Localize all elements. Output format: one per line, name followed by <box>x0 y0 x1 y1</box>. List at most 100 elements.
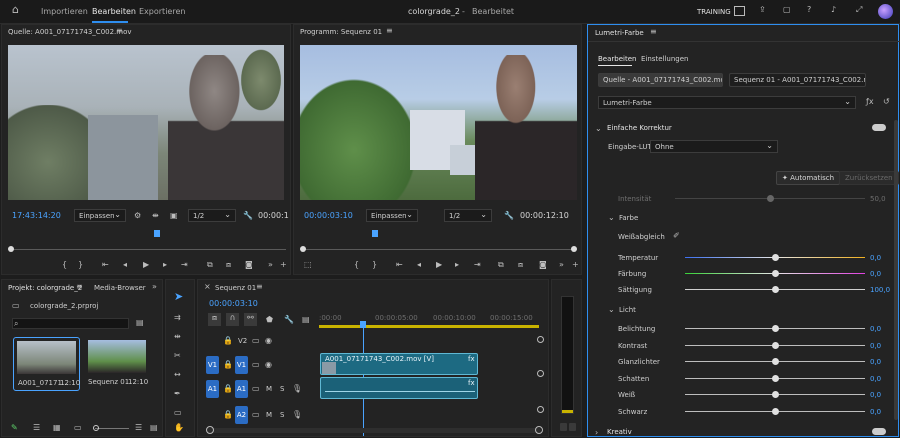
panel-menu-icon[interactable]: ≡ <box>256 282 263 292</box>
track-label-v2[interactable]: V2 <box>238 337 247 345</box>
fx-badge[interactable]: fx <box>468 379 475 387</box>
pen-tool-icon[interactable]: ✒ <box>174 389 181 399</box>
volume-icon[interactable]: ♪ <box>831 5 836 15</box>
effect-select[interactable]: Lumetri-Farbe <box>598 96 856 109</box>
source-patch-v1[interactable]: V1 <box>206 356 219 374</box>
tab-edit[interactable]: Bearbeiten <box>92 7 136 16</box>
out-point-dot[interactable] <box>571 246 577 252</box>
slider-knob[interactable] <box>772 391 779 398</box>
slider-value[interactable]: 0,0 <box>870 254 881 262</box>
source-fit-select[interactable]: Einpassen <box>74 209 126 222</box>
zoom-slider-knob[interactable] <box>93 425 99 431</box>
lift-icon[interactable]: ⧉ <box>498 260 504 270</box>
sync-icon[interactable]: ▭ <box>252 410 260 420</box>
close-icon[interactable]: × <box>204 282 211 292</box>
timeline-scrollbar[interactable] <box>206 428 541 433</box>
marker-icon[interactable]: ⬟ <box>266 315 273 325</box>
panel-menu-icon[interactable]: ≡ <box>386 26 393 36</box>
section-creative[interactable]: Kreativ <box>607 428 632 436</box>
quick-export-icon[interactable]: ▢ <box>783 5 791 15</box>
solo-button[interactable]: S <box>280 385 284 393</box>
program-monitor-title[interactable]: Programm: Sequenz 01 <box>300 28 382 36</box>
track-label-a1[interactable]: A1 <box>235 380 248 398</box>
tab-project[interactable]: Projekt: colorgrade_2 <box>8 284 82 292</box>
program-resolution-select[interactable]: 1/2 <box>444 209 492 222</box>
tab-import[interactable]: Importieren <box>41 7 88 16</box>
slider-value[interactable]: 0,0 <box>870 325 881 333</box>
track-label-a2[interactable]: A2 <box>235 406 248 424</box>
slider-value[interactable]: 0,0 <box>870 408 881 416</box>
slip-tool-icon[interactable]: ↔ <box>174 370 181 380</box>
wrench-icon[interactable]: 🔧 <box>243 211 253 221</box>
export-frame-icon[interactable]: ◙ <box>245 260 253 270</box>
vertical-scroll-handle[interactable] <box>537 370 544 377</box>
solo-button[interactable]: S <box>280 411 284 419</box>
workspace-label[interactable]: TRAINING <box>697 8 731 16</box>
overwrite-clip-icon[interactable]: ⧈ <box>226 260 231 270</box>
panel-menu-icon[interactable]: ≡ <box>76 282 83 292</box>
timeline-playhead-handle[interactable] <box>360 321 366 328</box>
intensity-slider-knob[interactable] <box>767 195 774 202</box>
tab-lumetri-edit[interactable]: Bearbeiten <box>598 55 636 63</box>
track-label-v1[interactable]: V1 <box>235 356 248 374</box>
insert-clip-icon[interactable]: ⧉ <box>207 260 213 270</box>
tab-lumetri-settings[interactable]: Einstellungen <box>641 55 688 63</box>
eye-icon[interactable]: ◉ <box>265 336 272 346</box>
slider-knob[interactable] <box>772 374 779 382</box>
linked-selection-icon[interactable]: ⚯ <box>244 313 257 326</box>
lock-icon[interactable]: 🔒 <box>223 384 233 394</box>
color-group-label[interactable]: Farbe <box>619 214 638 222</box>
source-scrubber[interactable] <box>10 249 286 250</box>
slider-knob[interactable] <box>772 254 779 261</box>
lumetri-scrollbar[interactable] <box>894 120 898 420</box>
go-to-in-icon[interactable]: ⇤ <box>102 260 109 270</box>
panel-menu-icon[interactable]: ≡ <box>116 26 123 36</box>
slider-knob[interactable] <box>772 286 779 293</box>
video-clip[interactable]: A001_07171743_C002.mov [V] fx <box>320 353 478 375</box>
solo-button[interactable] <box>560 423 567 431</box>
add-button-icon[interactable]: + <box>572 260 579 270</box>
avatar[interactable] <box>878 4 893 19</box>
panel-menu-icon[interactable]: ≡ <box>650 27 657 37</box>
reset-effect-icon[interactable]: ↺ <box>883 97 890 107</box>
workspaces-icon[interactable] <box>734 6 745 16</box>
program-fit-select[interactable]: Einpassen <box>366 209 418 222</box>
work-area-bar[interactable] <box>319 325 539 328</box>
overlay-icon[interactable]: ▣ <box>170 211 178 221</box>
slider-knob[interactable] <box>772 341 779 349</box>
go-to-out-icon[interactable]: ⇥ <box>181 260 188 270</box>
audio-clip[interactable]: fx <box>320 377 478 399</box>
program-timecode[interactable]: 00:00:03:10 <box>304 211 353 220</box>
creative-toggle[interactable] <box>872 428 886 435</box>
icon-view-icon[interactable]: ▦ <box>53 423 61 433</box>
slider-value[interactable]: 0,0 <box>870 342 881 350</box>
project-item-clip[interactable]: A001_07171... 12:10 <box>13 337 80 391</box>
mark-in-icon[interactable]: { <box>354 260 359 270</box>
solo-button[interactable] <box>569 423 576 431</box>
microphone-icon[interactable]: 🎙 <box>292 384 302 394</box>
slider-value[interactable]: 0,0 <box>870 375 881 383</box>
tab-media-browser[interactable]: Media-Browser <box>94 284 146 292</box>
section-basic-correction[interactable]: Einfache Korrektur <box>607 124 672 132</box>
light-group-label[interactable]: Licht <box>619 306 636 314</box>
sync-icon[interactable]: ▭ <box>252 336 260 346</box>
fx-badge[interactable]: fx <box>468 355 475 363</box>
sync-icon[interactable]: ▭ <box>252 384 260 394</box>
chevron-down-icon[interactable]: ⌄ <box>608 213 615 223</box>
reset-button[interactable]: Zurücksetzen <box>839 171 899 185</box>
hand-tool-icon[interactable]: ✋ <box>174 423 184 433</box>
timeline-timecode[interactable]: 00:00:03:10 <box>209 299 258 308</box>
microphone-icon[interactable]: 🎙 <box>292 410 302 420</box>
slider-value[interactable]: 0,0 <box>870 391 881 399</box>
nest-icon[interactable]: ⧈ <box>208 313 221 326</box>
new-item-icon[interactable]: ▤ <box>150 423 158 433</box>
playhead-marker[interactable] <box>372 230 378 237</box>
vertical-scroll-handle[interactable] <box>537 336 544 343</box>
lock-icon[interactable]: 🔒 <box>223 360 233 370</box>
new-bin-icon[interactable]: ▤ <box>136 318 144 328</box>
source-clip-chip[interactable]: Quelle - A001_07171743_C002.mov <box>598 73 723 87</box>
scroll-handle-left[interactable] <box>206 426 214 434</box>
wrench-icon[interactable]: 🔧 <box>284 315 294 325</box>
sort-icon[interactable]: ☰ <box>135 423 142 433</box>
slider-value[interactable]: 0,0 <box>870 358 881 366</box>
